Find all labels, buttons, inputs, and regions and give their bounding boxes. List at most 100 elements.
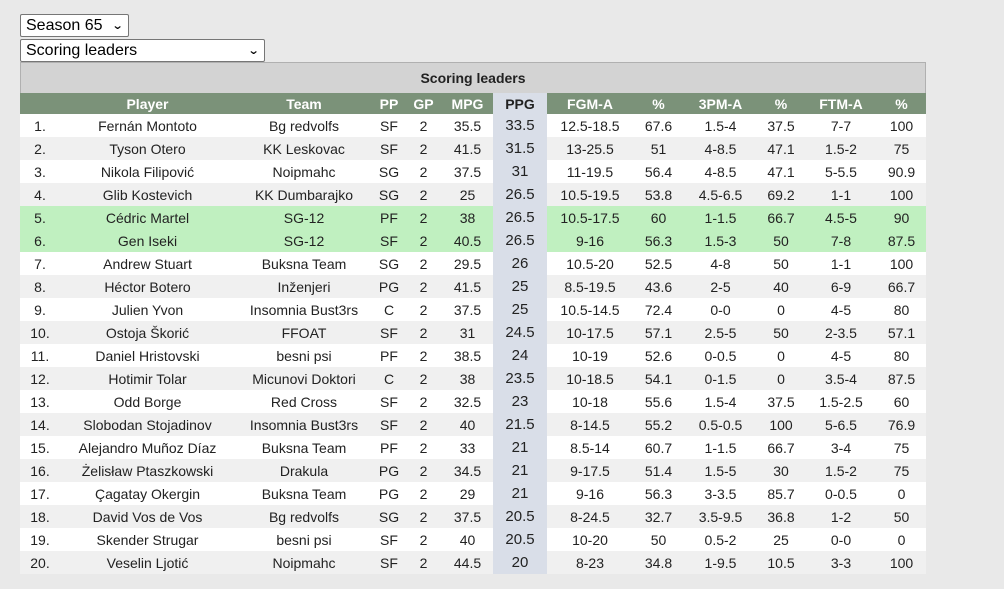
cell-ft-pct: 75 (877, 137, 926, 160)
cell-player[interactable]: Żelisław Ptaszkowski (60, 459, 235, 482)
col-header-fg-pct[interactable]: % (633, 93, 684, 114)
cell-player[interactable]: Cédric Martel (60, 206, 235, 229)
cell-rank: 9. (20, 298, 60, 321)
cell-3pm-a: 1-1.5 (684, 206, 757, 229)
cell-mpg: 37.5 (442, 160, 493, 183)
col-header-ft-pct[interactable]: % (877, 93, 926, 114)
cell-ppg: 25 (493, 275, 547, 298)
cell-fg-pct: 43.6 (633, 275, 684, 298)
cell-player[interactable]: Slobodan Stojadinov (60, 413, 235, 436)
col-header-gp[interactable]: GP (405, 93, 442, 114)
col-header-3p-pct[interactable]: % (757, 93, 805, 114)
cell-ppg: 26.5 (493, 229, 547, 252)
cell-team[interactable]: Insomnia Bust3rs (235, 413, 373, 436)
cell-pp: PF (373, 206, 405, 229)
cell-player[interactable]: Alejandro Muñoz Díaz (60, 436, 235, 459)
cell-team[interactable]: FFOAT (235, 321, 373, 344)
cell-team[interactable]: Red Cross (235, 390, 373, 413)
cell-team[interactable]: Micunovi Doktori (235, 367, 373, 390)
cell-gp: 2 (405, 551, 442, 574)
cell-pp: SG (373, 252, 405, 275)
cell-player[interactable]: Glib Kostevich (60, 183, 235, 206)
cell-mpg: 38 (442, 206, 493, 229)
cell-rank: 17. (20, 482, 60, 505)
season-select[interactable]: Season 65 ⌄ (20, 14, 129, 37)
col-header-ppg[interactable]: PPG (493, 93, 547, 114)
cell-player[interactable]: Nikola Filipović (60, 160, 235, 183)
cell-team[interactable]: KK Leskovac (235, 137, 373, 160)
cell-fgm-a: 10-19 (547, 344, 633, 367)
cell-player[interactable]: Julien Yvon (60, 298, 235, 321)
cell-ftm-a: 1.5-2 (805, 459, 877, 482)
cell-team[interactable]: Drakula (235, 459, 373, 482)
col-header-mpg[interactable]: MPG (442, 93, 493, 114)
cell-fgm-a: 10.5-20 (547, 252, 633, 275)
cell-team[interactable]: Inženjeri (235, 275, 373, 298)
cell-3p-pct: 0 (757, 298, 805, 321)
cell-team[interactable]: Buksna Team (235, 482, 373, 505)
cell-player[interactable]: Skender Strugar (60, 528, 235, 551)
cell-3pm-a: 0.5-0.5 (684, 413, 757, 436)
col-header-3pm-a[interactable]: 3PM-A (684, 93, 757, 114)
cell-3pm-a: 1.5-4 (684, 114, 757, 137)
cell-ppg: 31.5 (493, 137, 547, 160)
cell-player[interactable]: Odd Borge (60, 390, 235, 413)
cell-player[interactable]: Daniel Hristovski (60, 344, 235, 367)
cell-mpg: 40 (442, 528, 493, 551)
cell-gp: 2 (405, 528, 442, 551)
cell-player[interactable]: Andrew Stuart (60, 252, 235, 275)
cell-player[interactable]: David Vos de Vos (60, 505, 235, 528)
cell-fgm-a: 10-20 (547, 528, 633, 551)
cell-mpg: 35.5 (442, 114, 493, 137)
col-header-pp[interactable]: PP (373, 93, 405, 114)
col-header-player[interactable]: Player (60, 93, 235, 114)
cell-3p-pct: 69.2 (757, 183, 805, 206)
category-select[interactable]: Scoring leaders ⌄ (20, 39, 265, 62)
cell-team[interactable]: Buksna Team (235, 252, 373, 275)
cell-rank: 6. (20, 229, 60, 252)
cell-fgm-a: 11-19.5 (547, 160, 633, 183)
cell-ft-pct: 87.5 (877, 367, 926, 390)
cell-player[interactable]: Fernán Montoto (60, 114, 235, 137)
cell-player[interactable]: Hotimir Tolar (60, 367, 235, 390)
cell-gp: 2 (405, 206, 442, 229)
cell-pp: SG (373, 183, 405, 206)
col-header-ftm-a[interactable]: FTM-A (805, 93, 877, 114)
cell-gp: 2 (405, 390, 442, 413)
cell-3p-pct: 0 (757, 367, 805, 390)
cell-team[interactable]: besni psi (235, 344, 373, 367)
cell-team[interactable]: SG-12 (235, 206, 373, 229)
col-header-rank[interactable] (20, 93, 60, 114)
cell-3pm-a: 2.5-5 (684, 321, 757, 344)
cell-fgm-a: 9-16 (547, 229, 633, 252)
cell-team[interactable]: KK Dumbarajko (235, 183, 373, 206)
table-row: 8. Héctor Botero Inženjeri PG 2 41.5 25 8.5-19.… (20, 275, 926, 298)
col-header-fgm-a[interactable]: FGM-A (547, 93, 633, 114)
col-header-team[interactable]: Team (235, 93, 373, 114)
cell-player[interactable]: Ostoja Škorić (60, 321, 235, 344)
cell-team[interactable]: besni psi (235, 528, 373, 551)
cell-ppg: 31 (493, 160, 547, 183)
cell-team[interactable]: Buksna Team (235, 436, 373, 459)
cell-gp: 2 (405, 413, 442, 436)
cell-team[interactable]: Noipmahc (235, 551, 373, 574)
cell-ft-pct: 50 (877, 505, 926, 528)
cell-player[interactable]: Gen Iseki (60, 229, 235, 252)
cell-team[interactable]: Bg redvolfs (235, 505, 373, 528)
cell-fg-pct: 57.1 (633, 321, 684, 344)
table-row: 18. David Vos de Vos Bg redvolfs SG 2 37.5 20.… (20, 505, 926, 528)
cell-pp: SF (373, 528, 405, 551)
cell-ftm-a: 7-7 (805, 114, 877, 137)
cell-team[interactable]: Noipmahc (235, 160, 373, 183)
cell-3pm-a: 0-1.5 (684, 367, 757, 390)
cell-player[interactable]: Veselin Ljotić (60, 551, 235, 574)
cell-player[interactable]: Tyson Otero (60, 137, 235, 160)
cell-pp: PG (373, 482, 405, 505)
cell-player[interactable]: Héctor Botero (60, 275, 235, 298)
cell-ftm-a: 0-0 (805, 528, 877, 551)
cell-team[interactable]: SG-12 (235, 229, 373, 252)
cell-player[interactable]: Çagatay Okergin (60, 482, 235, 505)
cell-team[interactable]: Insomnia Bust3rs (235, 298, 373, 321)
table-row: 3. Nikola Filipović Noipmahc SG 2 37.5 31 11-19… (20, 160, 926, 183)
cell-team[interactable]: Bg redvolfs (235, 114, 373, 137)
